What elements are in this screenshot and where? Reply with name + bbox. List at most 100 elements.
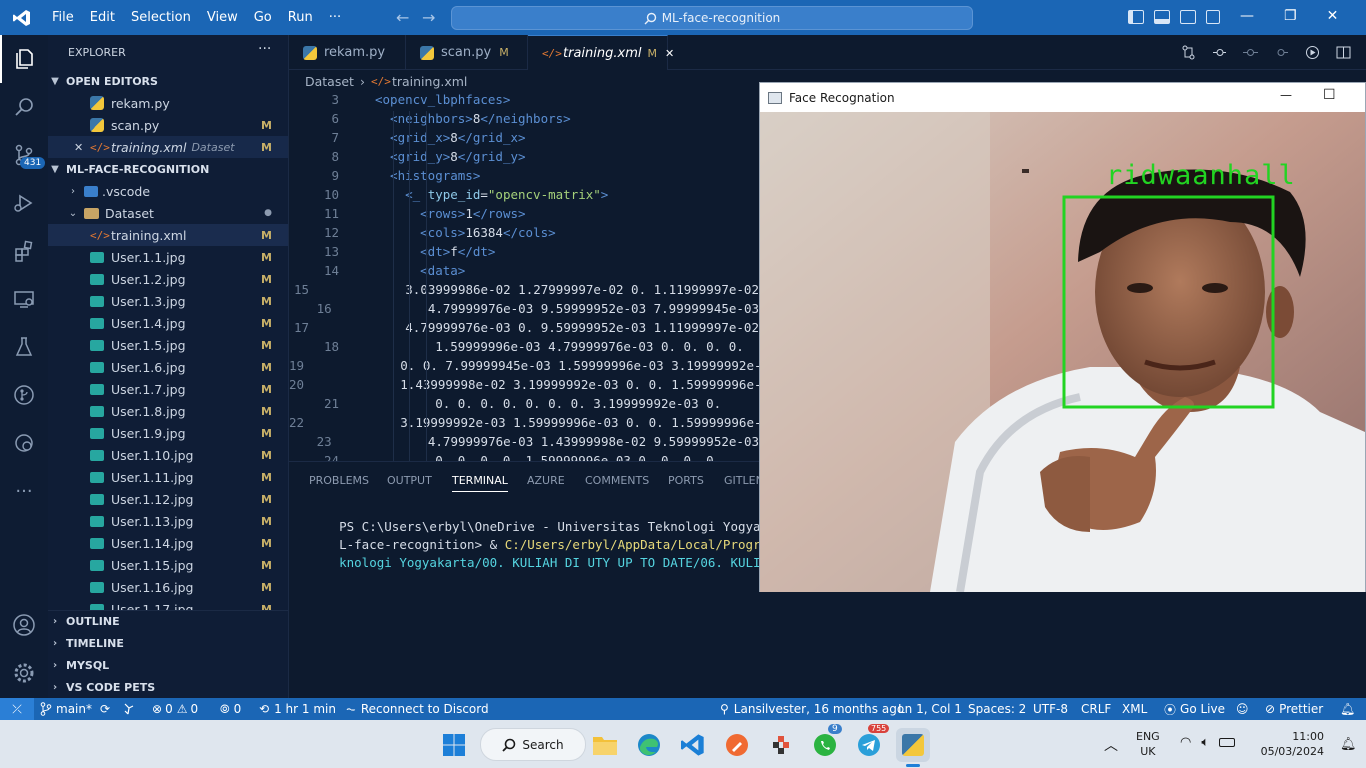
remote-indicator[interactable]: ⤫ — [0, 698, 34, 720]
git-blame[interactable]: ⚲ Lansilvester, 16 months ago — [720, 698, 904, 720]
tree-item-file[interactable]: User.1.7.jpg M — [48, 378, 288, 400]
git-app-icon[interactable] — [764, 728, 798, 762]
gitlens-next-icon[interactable] — [1274, 45, 1289, 60]
gitlens-icon[interactable] — [0, 371, 48, 419]
menu-edit[interactable]: Edit — [82, 10, 123, 25]
ports-indicator[interactable]: ⦾ 0 — [220, 698, 241, 720]
language-mode[interactable]: XML — [1122, 698, 1147, 720]
testing-icon[interactable] — [0, 323, 48, 371]
tab-problems[interactable]: PROBLEMS — [309, 474, 369, 487]
tree-item-file[interactable]: User.1.5.jpg M — [48, 334, 288, 356]
close-icon[interactable]: ✕ — [665, 47, 674, 60]
tree-item-file[interactable]: </> training.xml M — [48, 224, 288, 246]
gitlens-commit-icon[interactable] — [1243, 45, 1258, 60]
minimize-window-button[interactable]: — — [1240, 8, 1254, 24]
compare-changes-icon[interactable] — [1181, 45, 1196, 60]
tree-item-file[interactable]: User.1.4.jpg M — [48, 312, 288, 334]
edge-browser-icon[interactable] — [632, 728, 666, 762]
restore-window-button[interactable]: ❐ — [1284, 8, 1297, 24]
notifications-bell-icon[interactable]: 🔔︎ — [1340, 698, 1355, 720]
live-share-icon[interactable] — [0, 419, 48, 467]
tree-item-file[interactable]: User.1.6.jpg M — [48, 356, 288, 378]
toggle-sidebar-icon[interactable] — [1128, 10, 1144, 24]
close-window-button[interactable]: ✕ — [1327, 8, 1339, 24]
gitlens-launchpad-icon[interactable] — [122, 698, 136, 720]
tree-item-file[interactable]: User.1.15.jpg M — [48, 554, 288, 576]
timeline-section[interactable]: › TIMELINE — [48, 632, 288, 654]
tree-item-file[interactable]: User.1.3.jpg M — [48, 290, 288, 312]
tree-item-file[interactable]: User.1.14.jpg M — [48, 532, 288, 554]
show-hidden-icons-chevron-up-icon[interactable]: ︿ — [1104, 735, 1118, 755]
outline-section[interactable]: › OUTLINE — [48, 610, 288, 632]
tree-item-file[interactable]: User.1.10.jpg M — [48, 444, 288, 466]
toggle-secondary-sidebar-icon[interactable] — [1180, 10, 1196, 24]
taskbar-search[interactable]: Search — [480, 728, 586, 761]
tree-item-file[interactable]: User.1.9.jpg M — [48, 422, 288, 444]
maximize-button[interactable]: ☐ — [1323, 87, 1336, 103]
tab-output[interactable]: OUTPUT — [387, 474, 432, 487]
customize-layout-icon[interactable] — [1206, 10, 1220, 24]
clock[interactable]: 11:00 05/03/2024 — [1256, 729, 1324, 759]
tree-item-file[interactable]: User.1.11.jpg M — [48, 466, 288, 488]
vscode-taskbar-icon[interactable] — [676, 728, 710, 762]
prettier-status[interactable]: ⊘ Prettier — [1265, 698, 1323, 720]
problems-indicator[interactable]: ⊗ 0 ⚠ 0 — [152, 698, 198, 720]
tree-item-file[interactable]: User.1.12.jpg M — [48, 488, 288, 510]
breadcrumb-file[interactable]: training.xml — [392, 74, 467, 89]
menu-go[interactable]: Go — [246, 10, 280, 25]
tree-item-file[interactable]: User.1.2.jpg M — [48, 268, 288, 290]
tab-azure[interactable]: AZURE — [527, 474, 565, 487]
start-button[interactable] — [437, 728, 471, 762]
discord-status[interactable]: ⏦ Reconnect to Discord — [346, 698, 489, 720]
open-preview-icon[interactable] — [1305, 45, 1320, 60]
mysql-section[interactable]: › MYSQL — [48, 654, 288, 676]
tab-rekam-py[interactable]: rekam.py — [289, 35, 406, 70]
split-editor-icon[interactable] — [1336, 45, 1351, 60]
tab-training-xml[interactable]: </> training.xml M ✕ — [528, 35, 674, 70]
branch-indicator[interactable]: main* ⟳ — [40, 698, 110, 720]
cursor-position[interactable]: Ln 1, Col 1 — [898, 698, 962, 720]
time-tracker[interactable]: ⟲ 1 hr 1 min — [259, 698, 336, 720]
tab-terminal[interactable]: TERMINAL — [452, 474, 508, 492]
menu-more[interactable]: ··· — [321, 10, 349, 25]
tree-item-file[interactable]: User.1.8.jpg M — [48, 400, 288, 422]
indentation[interactable]: Spaces: 2 — [968, 698, 1026, 720]
sync-icon[interactable]: ⟳ — [100, 702, 110, 716]
tab-comments[interactable]: COMMENTS — [585, 474, 649, 487]
tab-ports[interactable]: PORTS — [668, 474, 704, 487]
files-icon[interactable] — [0, 35, 48, 83]
tree-item-file[interactable]: User.1.17.jpg M — [48, 598, 288, 610]
python-app-icon[interactable] — [896, 728, 930, 762]
more-icon[interactable]: ··· — [0, 467, 48, 515]
postman-icon[interactable] — [720, 728, 754, 762]
input-language[interactable]: ENG UK — [1136, 729, 1160, 759]
source-control-icon[interactable]: 431 — [0, 131, 48, 179]
tab-scan-py[interactable]: scan.py M — [406, 35, 528, 70]
vscode-pets-section[interactable]: › VS CODE PETS — [48, 676, 288, 698]
search-icon[interactable] — [0, 83, 48, 131]
tree-item-file[interactable]: User.1.16.jpg M — [48, 576, 288, 598]
menu-run[interactable]: Run — [280, 10, 321, 25]
file-explorer-icon[interactable] — [588, 728, 622, 762]
copilot-icon[interactable]: ☺ — [1236, 698, 1249, 720]
menu-selection[interactable]: Selection — [123, 10, 199, 25]
line-ending[interactable]: CRLF — [1081, 698, 1111, 720]
tree-item-file[interactable]: User.1.13.jpg M — [48, 510, 288, 532]
whatsapp-icon[interactable]: 9 — [808, 724, 842, 762]
run-debug-icon[interactable] — [0, 179, 48, 227]
minimize-button[interactable]: — — [1280, 88, 1292, 102]
nav-back-button[interactable]: ← — [396, 8, 409, 27]
command-center-search[interactable]: ML-face-recognition — [451, 6, 973, 30]
notification-center-icon[interactable]: 🔔︎ — [1340, 737, 1357, 752]
menu-file[interactable]: File — [44, 10, 82, 25]
code-editor[interactable]: 3 <opencv_lbphfaces> 6 <neighbors>8</neigh… — [289, 92, 759, 461]
manage-gear-icon[interactable] — [0, 649, 48, 697]
menu-view[interactable]: View — [199, 10, 246, 25]
go-live-button[interactable]: ⦿ Go Live — [1164, 698, 1225, 720]
toggle-panel-icon[interactable] — [1154, 10, 1170, 24]
extensions-icon[interactable] — [0, 227, 48, 275]
breadcrumb-folder[interactable]: Dataset — [305, 74, 354, 89]
system-tray[interactable]: ◠ 🔈︎ — [1180, 735, 1236, 750]
encoding[interactable]: UTF-8 — [1033, 698, 1068, 720]
nav-forward-button[interactable]: → — [422, 8, 435, 27]
